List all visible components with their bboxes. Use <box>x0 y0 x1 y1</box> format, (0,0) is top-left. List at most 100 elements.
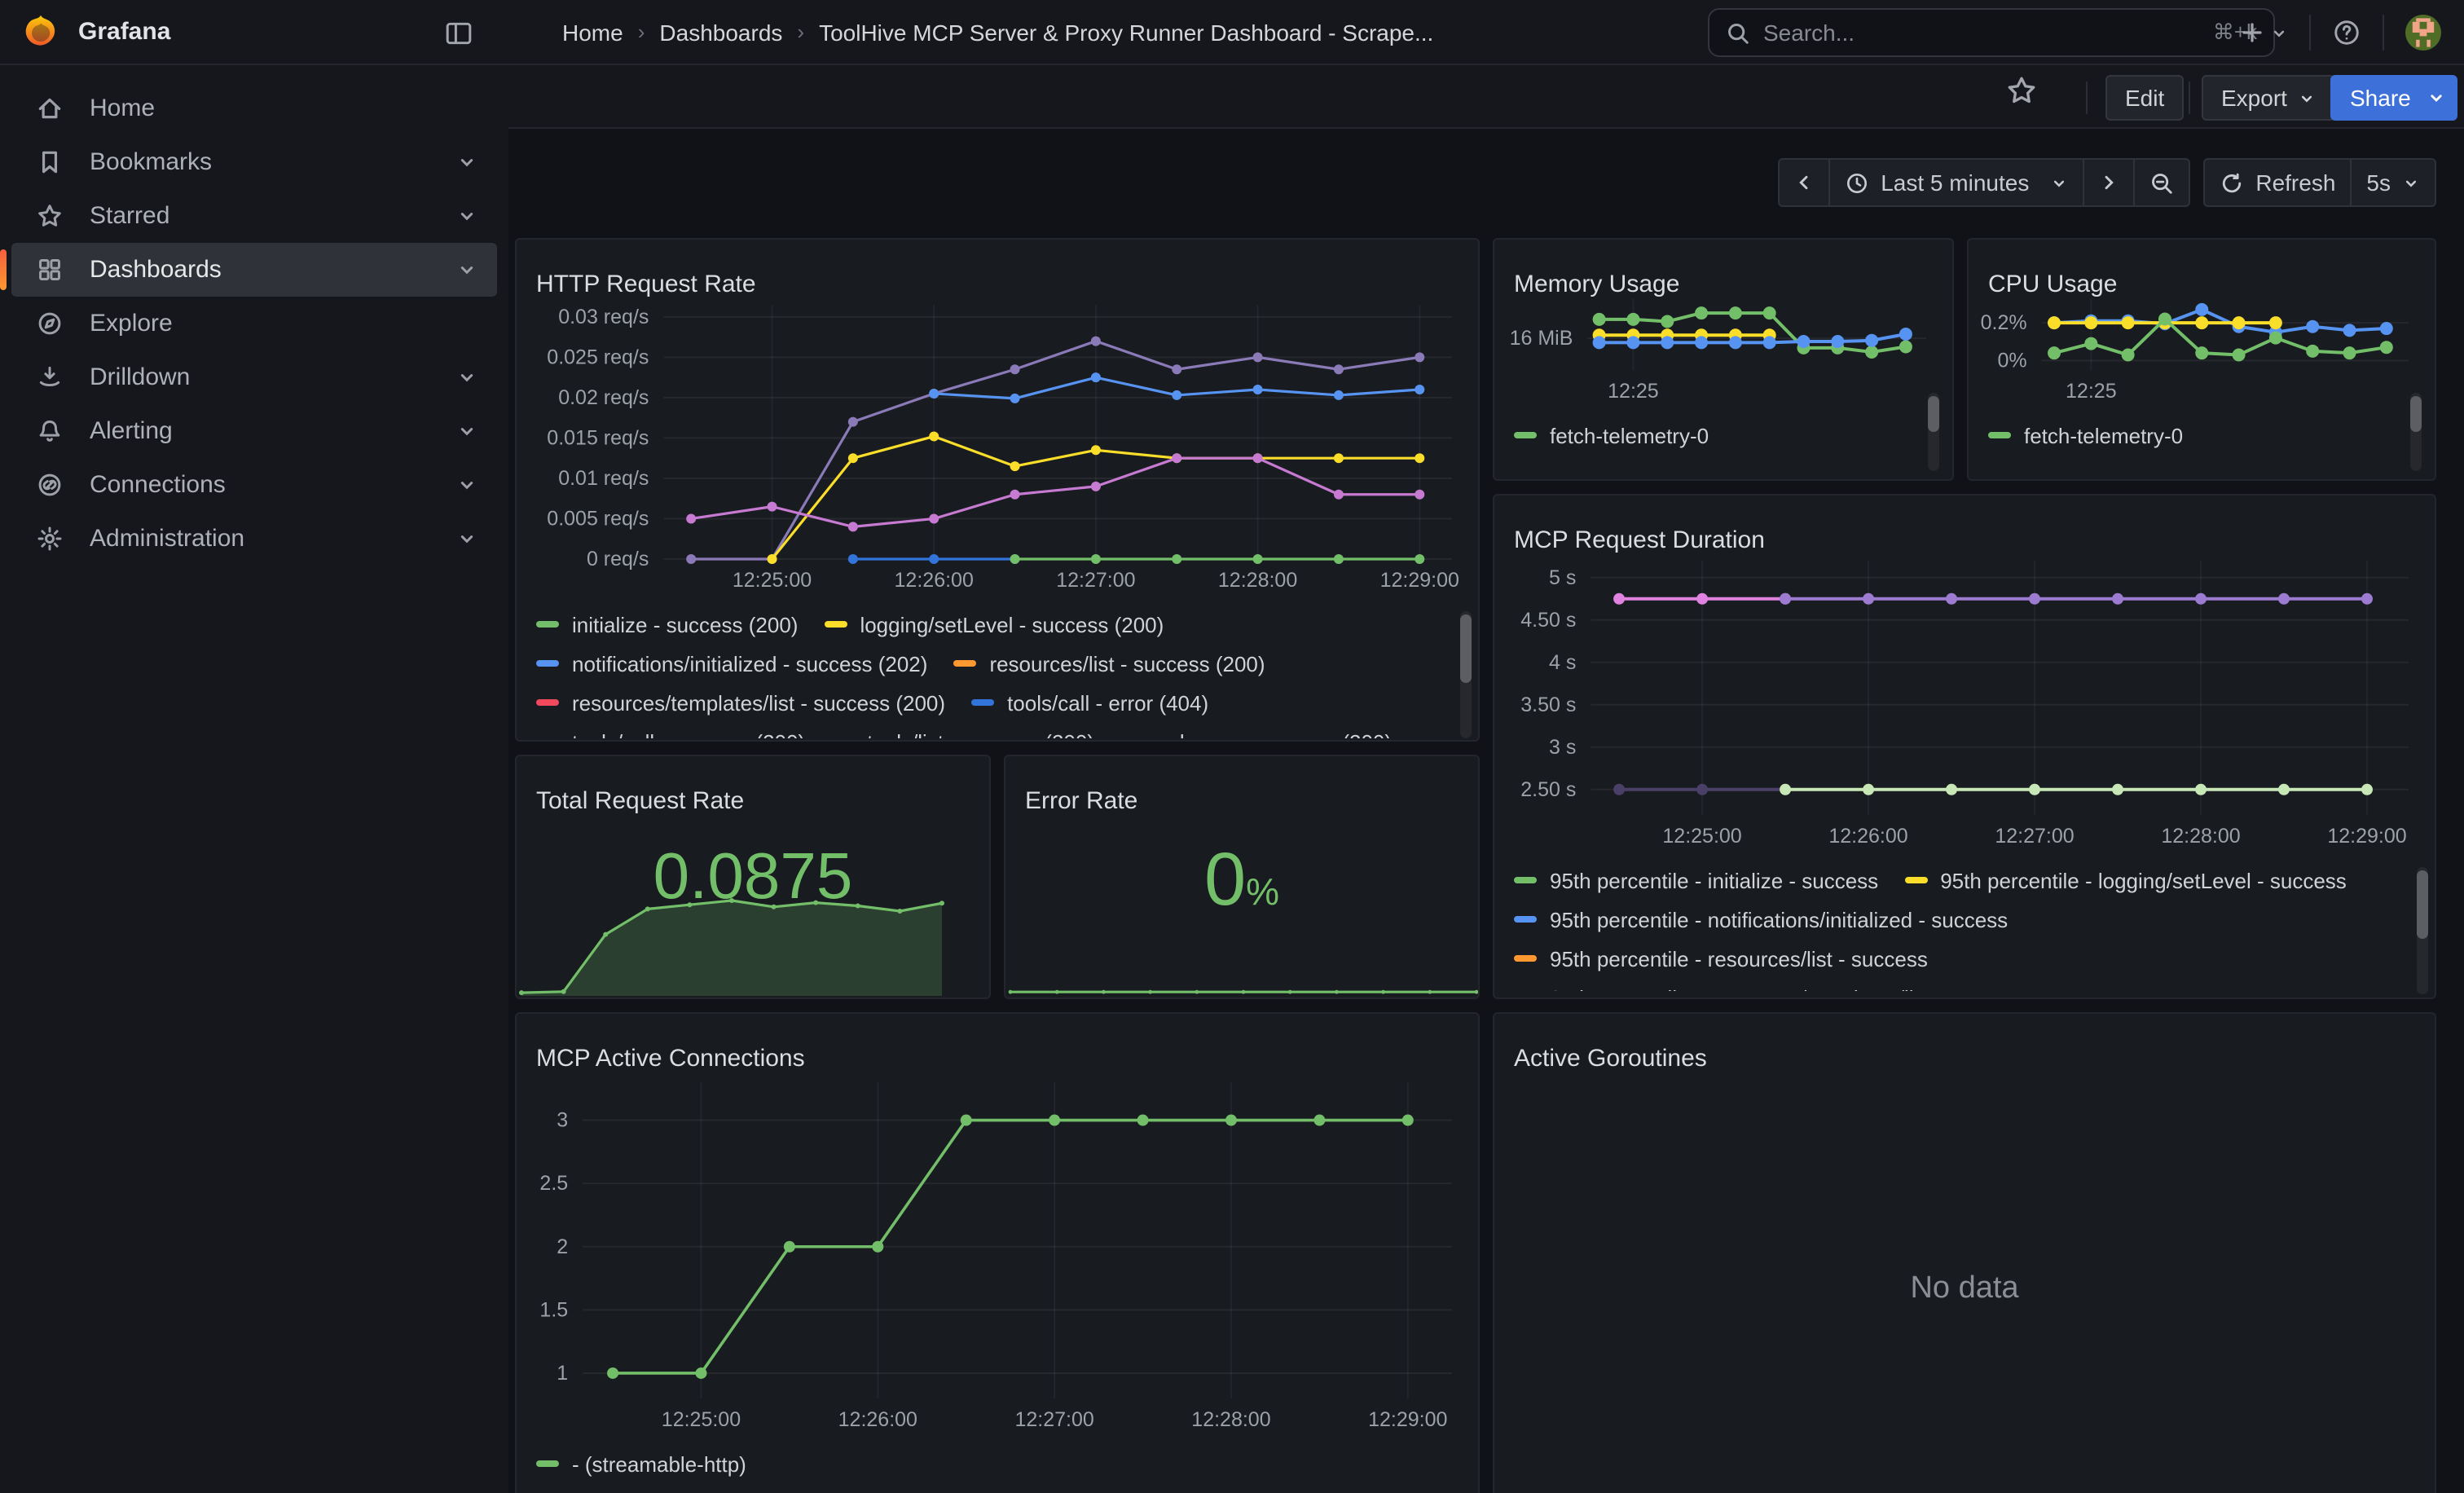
panel-title[interactable]: Error Rate <box>1025 788 1137 816</box>
sidebar-item-dashboards[interactable]: Dashboards <box>11 243 497 297</box>
svg-text:0.02 req/s: 0.02 req/s <box>558 386 649 409</box>
refresh-group: Refresh 5s <box>2203 158 2436 207</box>
grafana-logo-icon <box>21 12 60 51</box>
divider <box>2189 81 2190 114</box>
time-range-picker[interactable]: Last 5 minutes <box>1828 158 2084 207</box>
time-range-group: Last 5 minutes <box>1778 158 2190 207</box>
legend-swatch <box>953 660 976 667</box>
clock-icon <box>1845 170 1869 195</box>
chevron-left-icon <box>1794 173 1814 192</box>
refresh-interval-picker[interactable]: 5s <box>2350 158 2436 207</box>
sidebar-item-label: Dashboards <box>90 256 456 284</box>
legend-swatch <box>536 621 559 628</box>
sidebar-item-home[interactable]: Home <box>11 81 497 135</box>
refresh-icon <box>2220 170 2244 195</box>
svg-text:0.01 req/s: 0.01 req/s <box>558 467 649 490</box>
time-forward-button[interactable] <box>2083 158 2135 207</box>
refresh-button[interactable]: Refresh <box>2203 158 2352 207</box>
refresh-interval-label: 5s <box>2366 170 2391 196</box>
svg-text:1.5: 1.5 <box>539 1298 568 1321</box>
breadcrumb-dashboards[interactable]: Dashboards <box>659 19 782 45</box>
svg-text:0.03 req/s: 0.03 req/s <box>558 306 649 328</box>
legend-item[interactable]: fetch-telemetry-0 <box>1988 416 2183 455</box>
time-range-label: Last 5 minutes <box>1881 170 2029 196</box>
svg-text:12:25: 12:25 <box>2066 380 2117 403</box>
legend-item[interactable]: logging/setLevel - success (200) <box>824 605 1164 644</box>
sidebar-toggle-icon[interactable] <box>445 20 473 47</box>
breadcrumb-home[interactable]: Home <box>562 19 623 45</box>
legend-item[interactable]: notifications/initialized - success (202… <box>536 644 927 683</box>
time-back-button[interactable] <box>1778 158 1830 207</box>
panel-active-goroutines: Active Goroutines No data <box>1493 1012 2436 1493</box>
stat-value: 0.0875 <box>517 841 989 914</box>
legend-item[interactable]: fetch-telemetry-0 <box>1514 416 1709 455</box>
svg-text:3 s: 3 s <box>1549 736 1576 759</box>
legend-item[interactable]: - (streamable-http) <box>536 1444 746 1483</box>
legend-scrollbar[interactable] <box>2417 867 2428 994</box>
legend-item[interactable]: initialize - success (200) <box>536 605 798 644</box>
legend-item[interactable]: resources/list - success (200) <box>953 644 1265 683</box>
chevron-down-icon <box>2299 89 2317 107</box>
sidebar-item-connections[interactable]: Connections <box>11 458 497 512</box>
time-controls: Last 5 minutes Refresh 5s <box>1778 158 2436 207</box>
legend-item[interactable]: 95th percentile - logging/setLevel - suc… <box>1904 861 2347 900</box>
avatar[interactable] <box>2405 15 2441 51</box>
sidebar: Home Bookmarks Starred Dashboards Explor… <box>0 65 508 1493</box>
legend-item[interactable]: 95th percentile - resources/list - succe… <box>1514 939 1928 978</box>
svg-text:12:27:00: 12:27:00 <box>1014 1408 1093 1431</box>
legend-item[interactable]: 95th percentile - notifications/initiali… <box>1514 900 2008 939</box>
legend-swatch <box>1988 432 2011 438</box>
total-request-rate-value: 0.0875 <box>653 841 853 913</box>
edit-button[interactable]: Edit <box>2105 75 2184 121</box>
legend-scrollbar[interactable] <box>1460 611 1472 738</box>
sidebar-item-drilldown[interactable]: Drilldown <box>11 350 497 404</box>
export-button[interactable]: Export <box>2202 75 2336 121</box>
sidebar-item-alerting[interactable]: Alerting <box>11 404 497 458</box>
legend-item[interactable]: 95th percentile - initialize - success <box>1514 861 1878 900</box>
top-header: Grafana Home › Dashboards › ToolHive MCP… <box>0 0 2464 65</box>
legend-swatch <box>536 660 559 667</box>
legend-scrollbar[interactable] <box>1928 393 1939 471</box>
http-legend: initialize - success (200) logging/setLev… <box>536 605 1449 738</box>
question-circle-icon <box>2332 18 2361 47</box>
svg-text:12:28:00: 12:28:00 <box>1191 1408 1270 1431</box>
mcp-active-connections-chart[interactable]: 12:25:0012:26:0012:27:0012:28:0012:29:00… <box>526 1066 1468 1438</box>
legend-scrollbar[interactable] <box>2410 393 2422 471</box>
cpu-usage-chart[interactable]: 12:250%0.2% <box>1975 282 2425 409</box>
svg-text:0 req/s: 0 req/s <box>587 548 649 570</box>
error-rate-sparkline[interactable] <box>1010 983 1476 996</box>
legend-label: unknown - success (200) <box>1156 729 1392 738</box>
panel-total-request-rate: Total Request Rate 0.0875 <box>515 755 991 999</box>
http-request-rate-chart[interactable]: 12:25:0012:26:0012:27:0012:28:0012:29:00… <box>526 288 1468 598</box>
sidebar-item-label: Connections <box>90 471 456 499</box>
sidebar-item-administration[interactable]: Administration <box>11 512 497 566</box>
panel-title[interactable]: Total Request Rate <box>536 788 744 816</box>
search-icon <box>1726 20 1750 45</box>
legend-item[interactable]: unknown - success (200) <box>1120 722 1392 738</box>
legend-item[interactable]: tools/list - success (200) <box>831 722 1094 738</box>
panel-title[interactable]: Active Goroutines <box>1514 1046 1707 1073</box>
svg-text:3: 3 <box>557 1109 568 1132</box>
chevron-down-icon <box>456 421 477 442</box>
legend-item[interactable]: resources/templates/list - success (200) <box>536 683 945 722</box>
search-input[interactable]: Search... ⌘+k <box>1708 8 2275 57</box>
memory-usage-chart[interactable]: 12:2516 MiB <box>1501 282 1943 409</box>
share-menu-button[interactable] <box>2415 75 2457 121</box>
sidebar-item-starred[interactable]: Starred <box>11 189 497 243</box>
help-button[interactable] <box>2332 18 2361 47</box>
compass-icon <box>36 310 64 337</box>
panel-mcp-active-connections: MCP Active Connections 12:25:0012:26:001… <box>515 1012 1480 1493</box>
favorite-star-icon[interactable] <box>2006 75 2037 106</box>
legend-item[interactable]: tools/call - success (200) <box>536 722 805 738</box>
legend-item[interactable]: 95th percentile - resources/templates/li… <box>1514 978 2026 991</box>
sidebar-item-bookmarks[interactable]: Bookmarks <box>11 135 497 189</box>
sidebar-item-explore[interactable]: Explore <box>11 297 497 350</box>
grafana-app: Grafana Home › Dashboards › ToolHive MCP… <box>0 0 2464 1493</box>
mcp-request-duration-chart[interactable]: 12:25:0012:26:0012:27:0012:28:0012:29:00… <box>1504 544 2425 854</box>
dashboards-grid-icon <box>36 256 64 284</box>
add-button[interactable] <box>2239 20 2288 46</box>
legend-item[interactable]: tools/call - error (404) <box>971 683 1208 722</box>
legend-label: initialize - success (200) <box>572 612 798 636</box>
zoom-out-button[interactable] <box>2133 158 2190 207</box>
breadcrumb-current[interactable]: ToolHive MCP Server & Proxy Runner Dashb… <box>819 19 1433 45</box>
